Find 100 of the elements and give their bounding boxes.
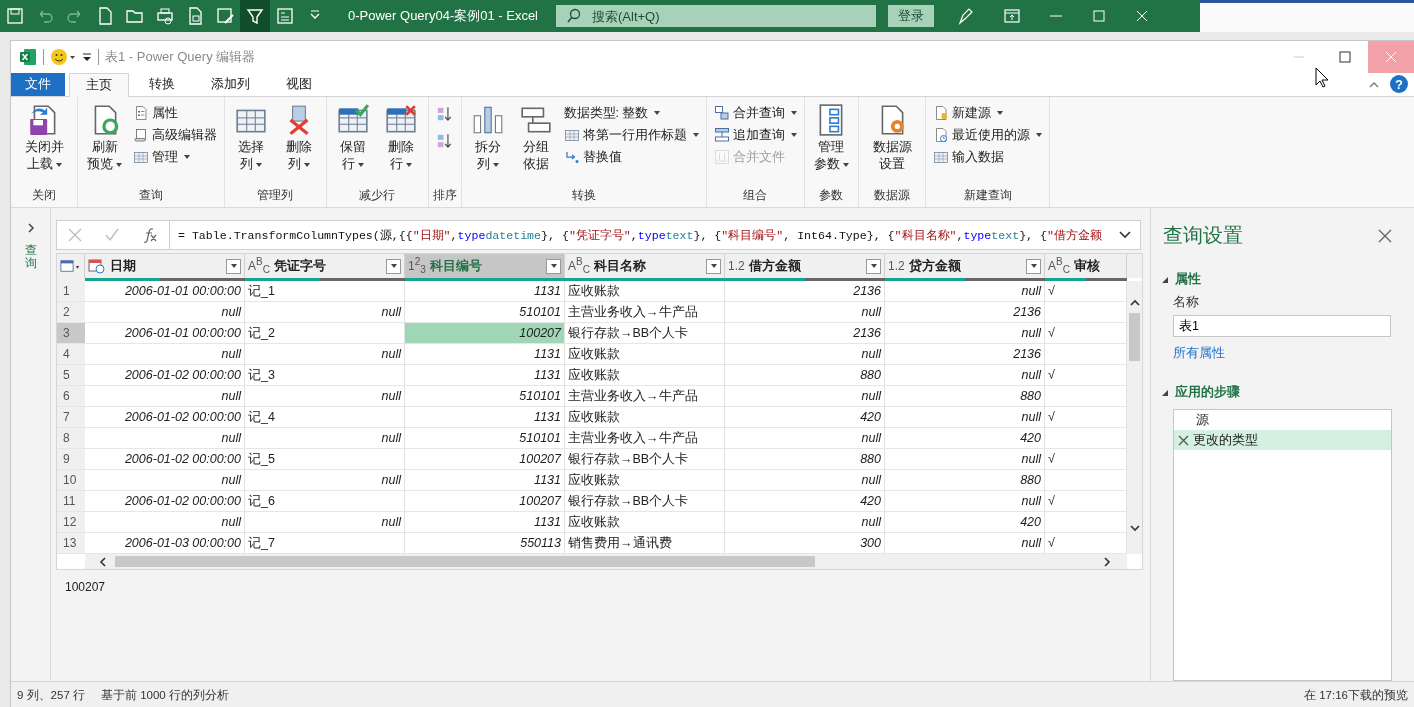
- window-title: 表1 - Power Query 编辑器: [105, 48, 256, 66]
- filter-button[interactable]: [546, 258, 561, 274]
- table-cell: 记_6: [248, 492, 275, 510]
- ribbon-tab[interactable]: 转换: [133, 73, 191, 96]
- maximize-icon[interactable]: [1091, 8, 1107, 24]
- sign-in-button[interactable]: 登录: [888, 5, 934, 27]
- table-cell: 880: [1020, 389, 1041, 403]
- section-heading: 应用的步骤: [1175, 384, 1240, 401]
- ribbon-button[interactable]: 管理参数: [808, 101, 854, 187]
- row-number[interactable]: 11: [57, 491, 85, 512]
- ribbon-button[interactable]: 替换值: [560, 147, 702, 167]
- save-edit-icon[interactable]: [215, 6, 235, 26]
- group-label: 转换: [570, 187, 597, 204]
- ribbon-button[interactable]: 选择列: [228, 101, 274, 187]
- ribbon-button[interactable]: 保留行: [330, 101, 376, 187]
- column-header[interactable]: 1$^{2}$$_{3}$ 科目编号: [405, 254, 565, 278]
- help-button[interactable]: ?: [1390, 75, 1408, 93]
- check-icon[interactable]: [105, 228, 119, 242]
- table-cell: √: [1048, 494, 1055, 508]
- step-item[interactable]: 更改的类型: [1174, 430, 1391, 450]
- row-number[interactable]: 5: [57, 365, 85, 386]
- ribbon-button[interactable]: 合并查询: [710, 103, 800, 123]
- name-field[interactable]: 表1: [1173, 315, 1391, 337]
- function-icon[interactable]: [141, 227, 158, 243]
- table-cell: 主营业务收入→牛产品: [568, 387, 698, 405]
- table-cell: 2136: [853, 326, 881, 340]
- delete-icon[interactable]: [1178, 434, 1189, 446]
- form-icon[interactable]: [275, 6, 295, 26]
- row-number[interactable]: 7: [57, 407, 85, 428]
- row-number[interactable]: 8: [57, 428, 85, 449]
- ribbon-button[interactable]: 将第一行用作标题: [560, 125, 702, 145]
- status-text: 基于前 1000 行的列分析: [101, 687, 229, 703]
- table-menu-icon[interactable]: [60, 258, 81, 274]
- horizontal-scrollbar[interactable]: [85, 554, 1127, 569]
- ribbon-tab[interactable]: 添加列: [195, 73, 266, 96]
- caret-icon: [550, 264, 557, 268]
- calendar-clock-icon: [88, 258, 106, 274]
- step-item[interactable]: 源: [1174, 410, 1391, 430]
- ribbon-button[interactable]: 分组依据: [513, 101, 559, 187]
- table-cell: 2136: [1013, 347, 1041, 361]
- filter-button[interactable]: [386, 258, 401, 274]
- ribbon-button[interactable]: 最近使用的源: [930, 125, 1045, 145]
- table-icon: [132, 149, 149, 165]
- ribbon-button[interactable]: 新建源: [930, 103, 1045, 123]
- ribbon-button[interactable]: 刷新预览: [82, 101, 128, 187]
- document-clock-icon: [933, 127, 949, 143]
- smiley-icon[interactable]: [50, 48, 76, 66]
- ribbon-tab[interactable]: 主页: [69, 73, 129, 97]
- ribbon-button[interactable]: 删除列: [276, 101, 322, 187]
- ribbon-button[interactable]: 高级编辑器: [129, 125, 220, 145]
- caret-icon: [997, 111, 1003, 115]
- row-number[interactable]: 6: [57, 386, 85, 407]
- all-properties-link[interactable]: 所有属性: [1173, 345, 1392, 362]
- table-cell: 2006-01-01 00:00:00: [124, 284, 241, 298]
- filter-button[interactable]: [866, 258, 881, 274]
- scroll-thumb[interactable]: [115, 556, 815, 567]
- filter-button[interactable]: [226, 258, 241, 274]
- expand-chevron-icon[interactable]: [25, 222, 36, 234]
- expand-triangle-icon[interactable]: [1161, 275, 1169, 284]
- table-cell: null: [1021, 410, 1041, 424]
- table-cell: null: [221, 473, 241, 487]
- filter-icon[interactable]: [240, 0, 270, 32]
- scroll-left-icon[interactable]: [97, 555, 109, 568]
- scroll-down-icon[interactable]: [1128, 522, 1141, 534]
- save-icon[interactable]: [5, 6, 25, 26]
- row-number[interactable]: 9: [57, 449, 85, 470]
- vertical-scrollbar[interactable]: [1127, 281, 1142, 554]
- row-number[interactable]: 12: [57, 512, 85, 533]
- row-number[interactable]: 10: [57, 470, 85, 491]
- ribbon-button[interactable]: 拆分列: [465, 101, 511, 187]
- row-number[interactable]: 1: [57, 281, 85, 302]
- close-icon[interactable]: [1134, 8, 1150, 24]
- ribbon-button[interactable]: 数据类型: 整数: [560, 103, 702, 123]
- type-label: 1.2: [888, 259, 905, 273]
- printer-icon[interactable]: [155, 6, 175, 26]
- ribbon-tab[interactable]: 视图: [270, 73, 328, 96]
- ribbon-button[interactable]: 属性: [129, 103, 220, 123]
- scroll-thumb[interactable]: [1129, 313, 1140, 361]
- ribbon-button[interactable]: 数据源设置: [863, 101, 921, 187]
- filter-button[interactable]: [706, 258, 721, 274]
- row-number[interactable]: 2: [57, 302, 85, 323]
- queries-pane-label[interactable]: 查询: [24, 244, 37, 271]
- ribbon-button[interactable]: 追加查询: [710, 125, 800, 145]
- column-name: 贷方金额: [908, 257, 962, 275]
- ribbon-tab[interactable]: 文件: [11, 73, 65, 96]
- ribbon-button[interactable]: 删除行: [378, 101, 424, 187]
- table-cell: null: [861, 347, 881, 361]
- expand-triangle-icon[interactable]: [1161, 388, 1169, 397]
- customize-icon[interactable]: [82, 51, 92, 63]
- scroll-right-icon[interactable]: [1101, 555, 1113, 568]
- filter-button[interactable]: [1026, 258, 1041, 274]
- row-number[interactable]: 3: [57, 323, 85, 344]
- row-number[interactable]: 4: [57, 344, 85, 365]
- ribbon-button[interactable]: 管理: [129, 147, 220, 167]
- search-field[interactable]: 搜索(Alt+Q): [556, 5, 876, 27]
- ribbon-button[interactable]: 关闭并上载: [15, 101, 73, 187]
- close-icon[interactable]: [1378, 228, 1392, 243]
- row-number[interactable]: 13: [57, 533, 85, 554]
- ribbon-button[interactable]: 输入数据: [930, 147, 1045, 167]
- ribbon-display-icon[interactable]: [1003, 7, 1021, 25]
